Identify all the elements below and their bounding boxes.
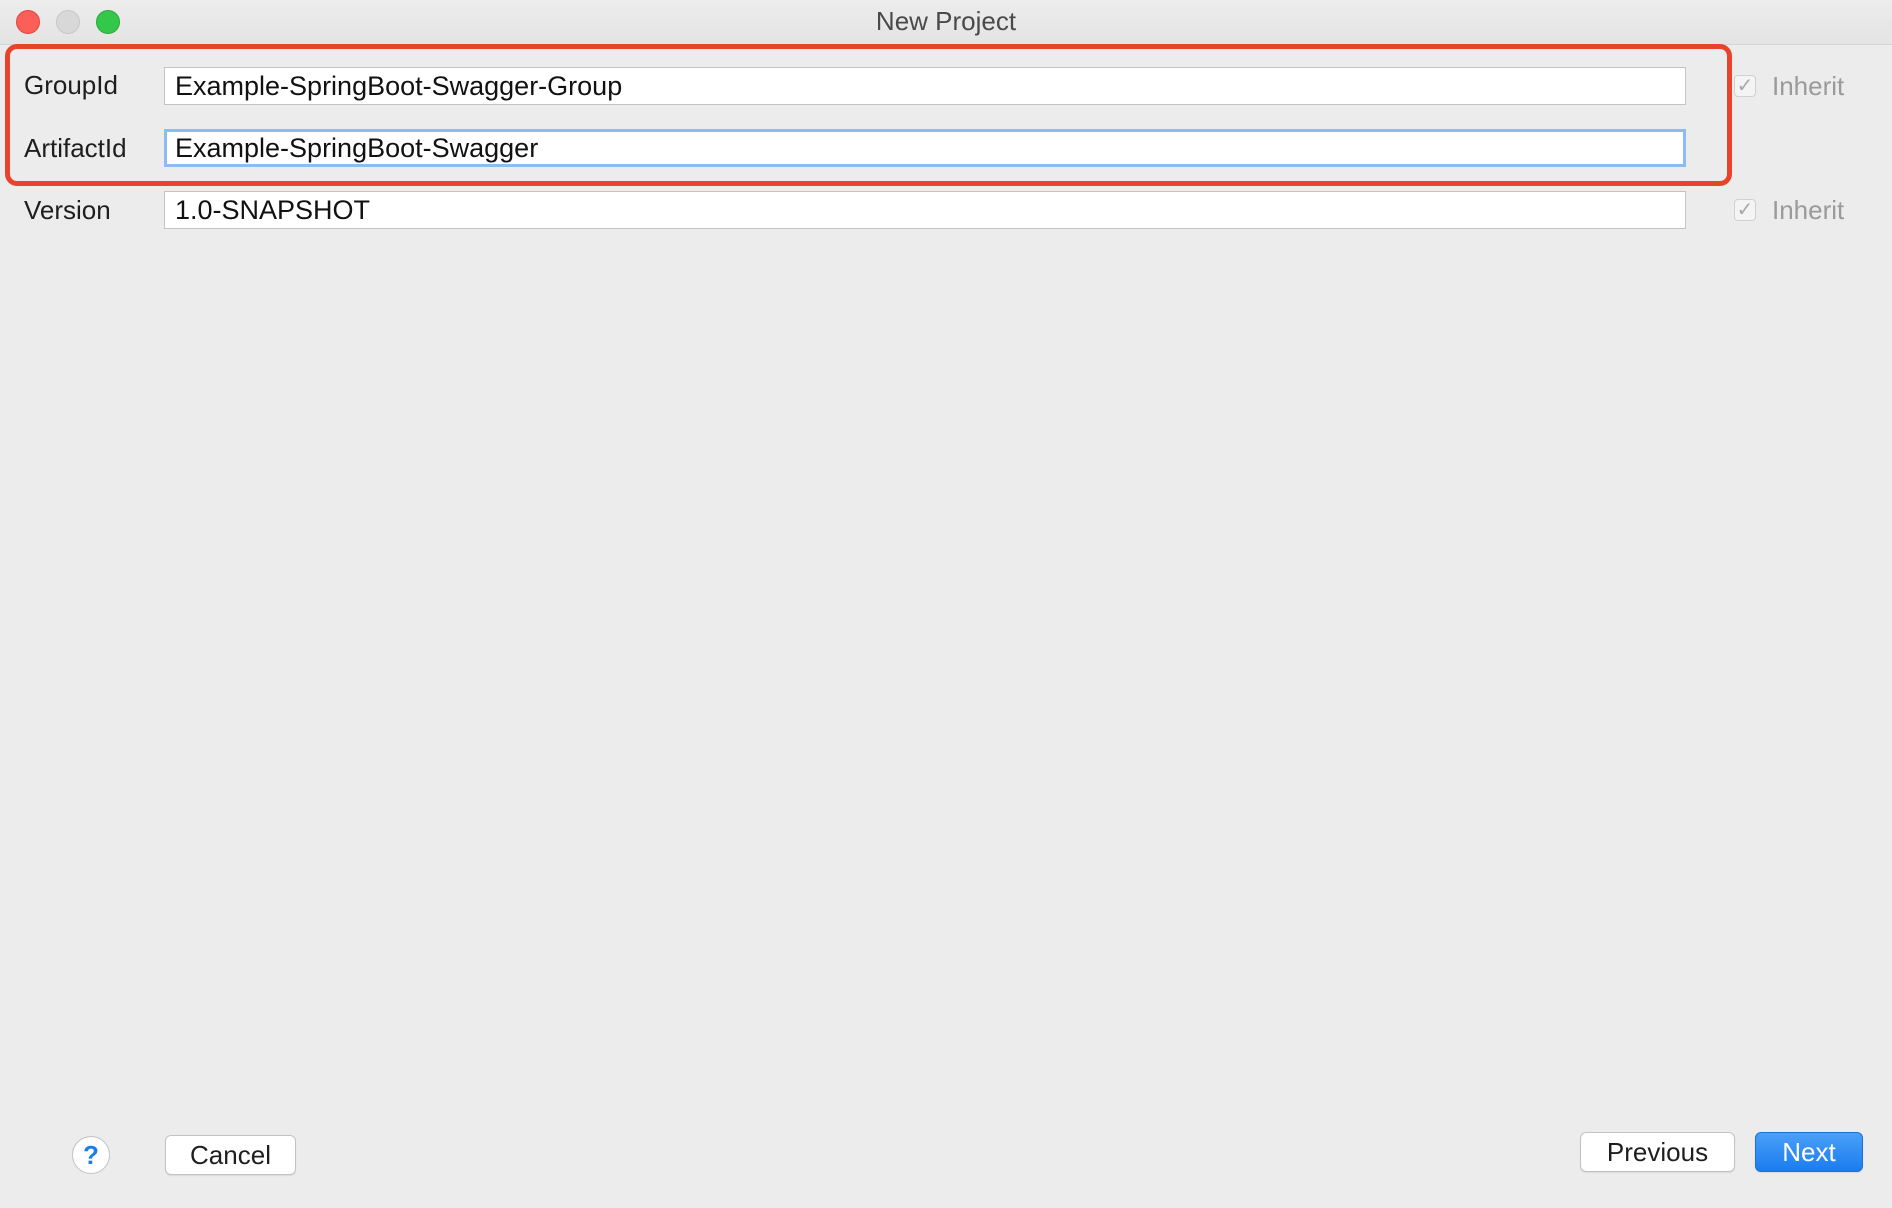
group-id-inherit-checkbox[interactable]: ✓ Inherit bbox=[1734, 67, 1844, 105]
help-icon[interactable]: ? bbox=[72, 1136, 110, 1174]
new-project-window: New Project GroupId Example-SpringBoot-S… bbox=[0, 0, 1892, 1208]
title-bar[interactable]: New Project bbox=[0, 0, 1892, 45]
next-button[interactable]: Next bbox=[1755, 1132, 1863, 1172]
version-inherit-checkbox[interactable]: ✓ Inherit bbox=[1734, 191, 1844, 229]
group-id-label: GroupId bbox=[24, 70, 118, 100]
previous-button[interactable]: Previous bbox=[1580, 1132, 1735, 1172]
group-id-field[interactable]: Example-SpringBoot-Swagger-Group bbox=[164, 67, 1686, 105]
version-inherit-label: Inherit bbox=[1772, 194, 1845, 225]
window-title: New Project bbox=[875, 6, 1017, 36]
artifact-id-field[interactable]: Example-SpringBoot-Swagger bbox=[164, 129, 1686, 167]
checkmark-icon: ✓ bbox=[1734, 199, 1756, 221]
cancel-button[interactable]: Cancel bbox=[165, 1135, 296, 1175]
version-field[interactable]: 1.0-SNAPSHOT bbox=[164, 191, 1686, 229]
group-id-inherit-label: Inherit bbox=[1772, 70, 1845, 101]
checkmark-icon: ✓ bbox=[1734, 75, 1756, 97]
version-label: Version bbox=[24, 195, 111, 225]
artifact-id-label: ArtifactId bbox=[24, 133, 127, 163]
